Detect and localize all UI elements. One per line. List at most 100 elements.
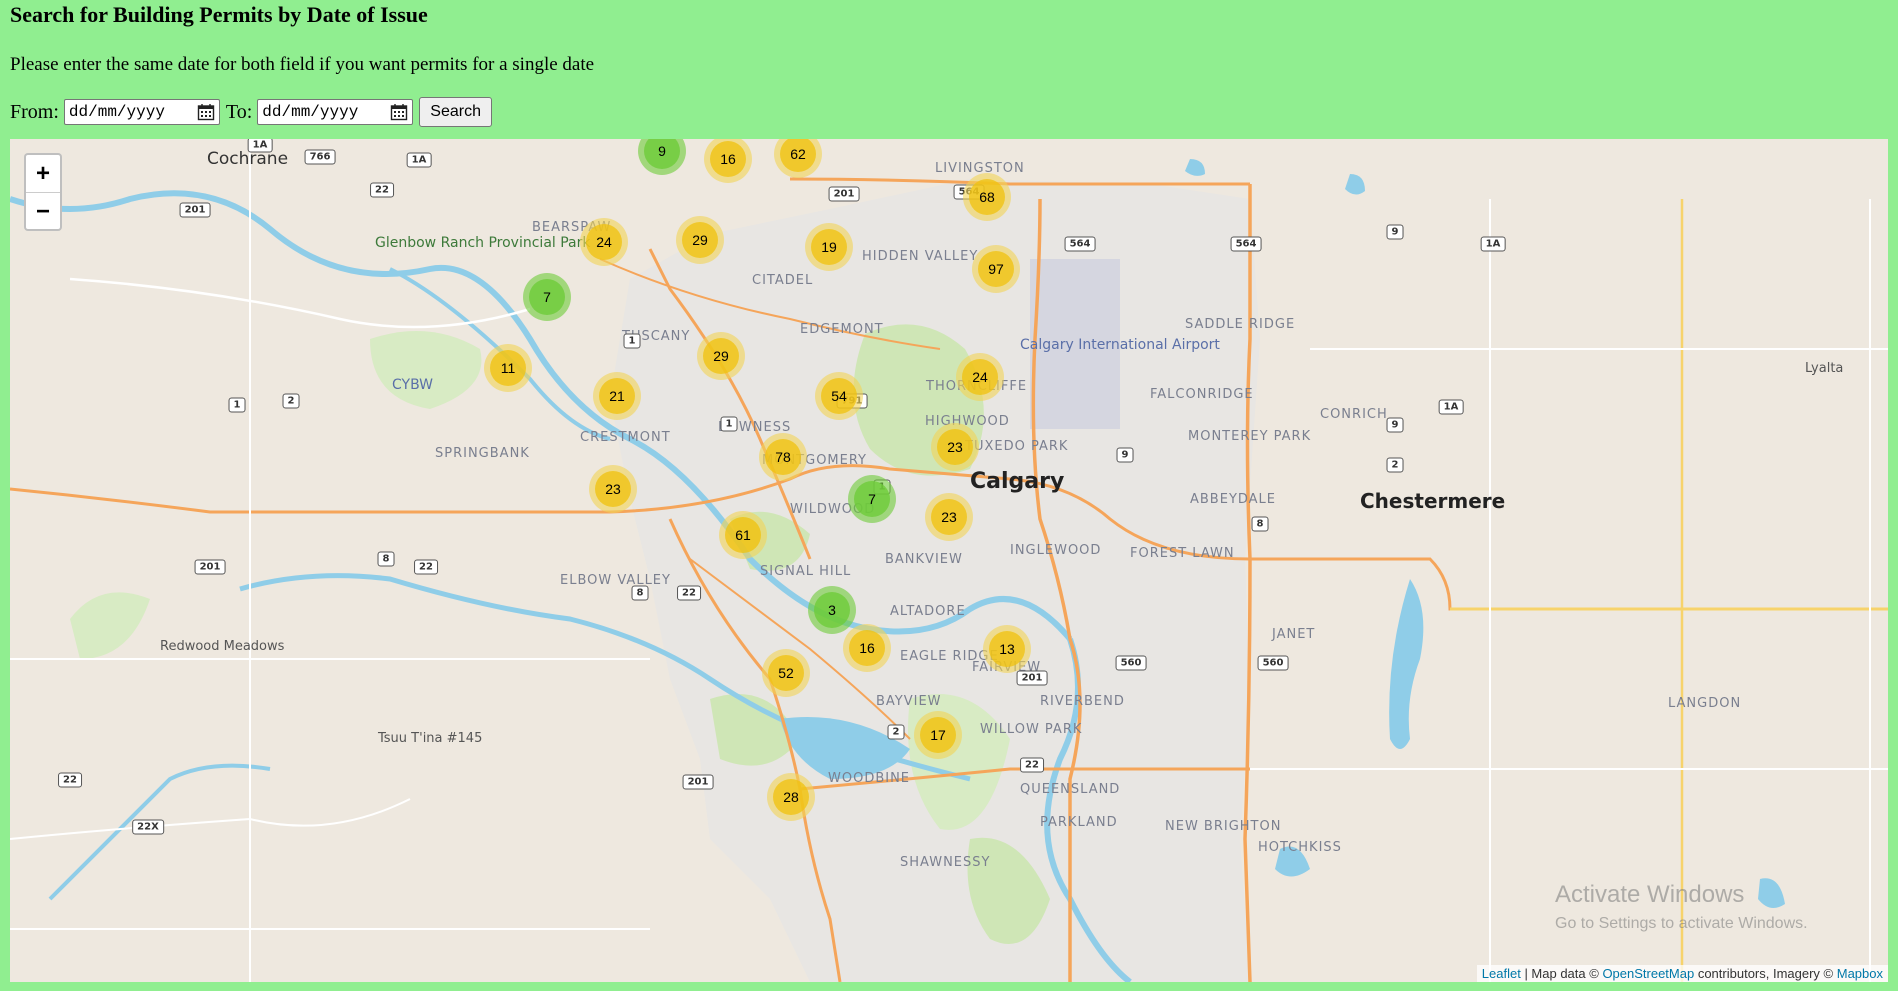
place-label: ELBOW VALLEY — [560, 573, 671, 588]
cluster-count: 7 — [854, 481, 890, 517]
cluster-marker[interactable]: 21 — [593, 372, 641, 420]
cluster-marker[interactable]: 19 — [805, 223, 853, 271]
mapbox-link[interactable]: Mapbox — [1837, 966, 1883, 981]
calendar-icon[interactable] — [197, 103, 215, 121]
cluster-marker[interactable]: 61 — [719, 511, 767, 559]
place-label: CONRICH — [1320, 407, 1388, 422]
place-label: Calgary International Airport — [1020, 337, 1220, 353]
place-label: ABBEYDALE — [1190, 492, 1277, 507]
cluster-count: 24 — [586, 224, 622, 260]
cluster-marker[interactable]: 29 — [697, 332, 745, 380]
highway-shield: 9 — [1116, 447, 1134, 463]
cluster-marker[interactable]: 28 — [767, 773, 815, 821]
cluster-count: 21 — [599, 378, 635, 414]
cluster-marker[interactable]: 24 — [580, 218, 628, 266]
cluster-marker[interactable]: 17 — [914, 711, 962, 759]
highway-shield: 9 — [1386, 224, 1404, 240]
cluster-count: 68 — [969, 179, 1005, 215]
cluster-marker[interactable]: 23 — [589, 465, 637, 513]
place-label: SADDLE RIDGE — [1185, 317, 1296, 332]
cluster-marker[interactable]: 78 — [759, 433, 807, 481]
cluster-marker[interactable]: 23 — [925, 493, 973, 541]
place-label: WOODBINE — [828, 771, 911, 786]
cluster-marker[interactable]: 23 — [931, 423, 979, 471]
cluster-marker[interactable]: 7 — [848, 475, 896, 523]
cluster-count: 62 — [780, 139, 816, 172]
highway-shield: 22 — [677, 585, 701, 601]
to-date-input[interactable]: dd/mm/yyyy — [257, 99, 414, 125]
place-label: NEW BRIGHTON — [1165, 819, 1282, 834]
place-label: JANET — [1272, 627, 1316, 642]
place-label: SPRINGBANK — [435, 446, 530, 461]
cluster-count: 78 — [765, 439, 801, 475]
search-button[interactable]: Search — [419, 97, 492, 127]
cluster-marker[interactable]: 3 — [808, 586, 856, 634]
highway-shield: 9 — [1386, 417, 1404, 433]
place-label: BANKVIEW — [885, 552, 963, 567]
cluster-count: 17 — [920, 717, 956, 753]
cluster-marker[interactable]: 54 — [815, 372, 863, 420]
place-label: RIVERBEND — [1040, 694, 1125, 709]
cluster-count: 19 — [811, 229, 847, 265]
cluster-marker[interactable]: 97 — [972, 245, 1020, 293]
highway-shield: 560 — [1257, 655, 1289, 671]
place-label: QUEENSLAND — [1020, 782, 1121, 797]
highway-shield: 22 — [414, 559, 438, 575]
highway-shield: 1A — [1480, 236, 1506, 252]
place-label: CYBW — [392, 377, 434, 393]
watermark-line1: Activate Windows — [1555, 881, 1745, 908]
highway-shield: 766 — [304, 149, 336, 165]
cluster-marker[interactable]: 68 — [963, 173, 1011, 221]
cluster-marker[interactable]: 7 — [523, 273, 571, 321]
highway-shield: 22 — [370, 182, 394, 198]
windows-watermark: Activate Windows Go to Settings to activ… — [1555, 881, 1808, 933]
cluster-marker[interactable]: 29 — [676, 216, 724, 264]
date-search-form: From: dd/mm/yyyy To: dd/mm/yyyy Search — [10, 97, 492, 127]
place-label: MONTEREY PARK — [1188, 429, 1312, 444]
to-label: To: — [225, 100, 253, 123]
calendar-icon[interactable] — [390, 103, 408, 121]
highway-shield: 1A — [406, 152, 432, 168]
cluster-count: 7 — [529, 279, 565, 315]
cluster-count: 29 — [703, 338, 739, 374]
cluster-marker[interactable]: 52 — [762, 649, 810, 697]
attribution-text: contributors, Imagery © — [1694, 966, 1837, 981]
highway-shield: 201 — [179, 202, 211, 218]
watermark-line2: Go to Settings to activate Windows. — [1555, 915, 1808, 932]
place-label: FALCONRIDGE — [1150, 387, 1254, 402]
cluster-marker[interactable]: 11 — [484, 344, 532, 392]
cluster-marker[interactable]: 13 — [983, 625, 1031, 673]
highway-shield: 22 — [58, 772, 82, 788]
highway-shield: 1 — [623, 333, 641, 349]
place-label: ALTADORE — [890, 604, 966, 619]
cluster-count: 16 — [710, 141, 746, 177]
highway-shield: 1 — [720, 416, 738, 432]
cluster-count: 3 — [814, 592, 850, 628]
osm-link[interactable]: OpenStreetMap — [1602, 966, 1694, 981]
map-container[interactable]: Cochrane BEARSPAW Glenbow Ranch Provinci… — [10, 139, 1888, 982]
highway-shield: 1 — [228, 397, 246, 413]
highway-shield: 8 — [631, 585, 649, 601]
highway-shield: 2 — [282, 393, 300, 409]
highway-shield: 1A — [247, 139, 273, 153]
zoom-in-button[interactable]: + — [26, 155, 60, 193]
highway-shield: 201 — [194, 559, 226, 575]
cluster-marker[interactable]: 24 — [956, 353, 1004, 401]
cluster-marker[interactable]: 16 — [843, 624, 891, 672]
highway-shield: 2 — [887, 724, 905, 740]
leaflet-link[interactable]: Leaflet — [1482, 966, 1521, 981]
page-title: Search for Building Permits by Date of I… — [10, 2, 428, 27]
highway-shield: 22 — [1020, 757, 1044, 773]
cluster-count: 29 — [682, 222, 718, 258]
highway-shield: 201 — [828, 186, 860, 202]
highway-shield: 1A — [1438, 399, 1464, 415]
zoom-control: + − — [24, 153, 62, 231]
cluster-count: 52 — [768, 655, 804, 691]
cluster-count: 23 — [931, 499, 967, 535]
place-label: SIGNAL HILL — [760, 564, 852, 579]
from-date-input[interactable]: dd/mm/yyyy — [63, 99, 220, 125]
instructions-text: Please enter the same date for both fiel… — [10, 54, 595, 75]
place-label: HIDDEN VALLEY — [862, 249, 979, 264]
cluster-count: 9 — [644, 139, 680, 169]
zoom-out-button[interactable]: − — [26, 193, 60, 230]
